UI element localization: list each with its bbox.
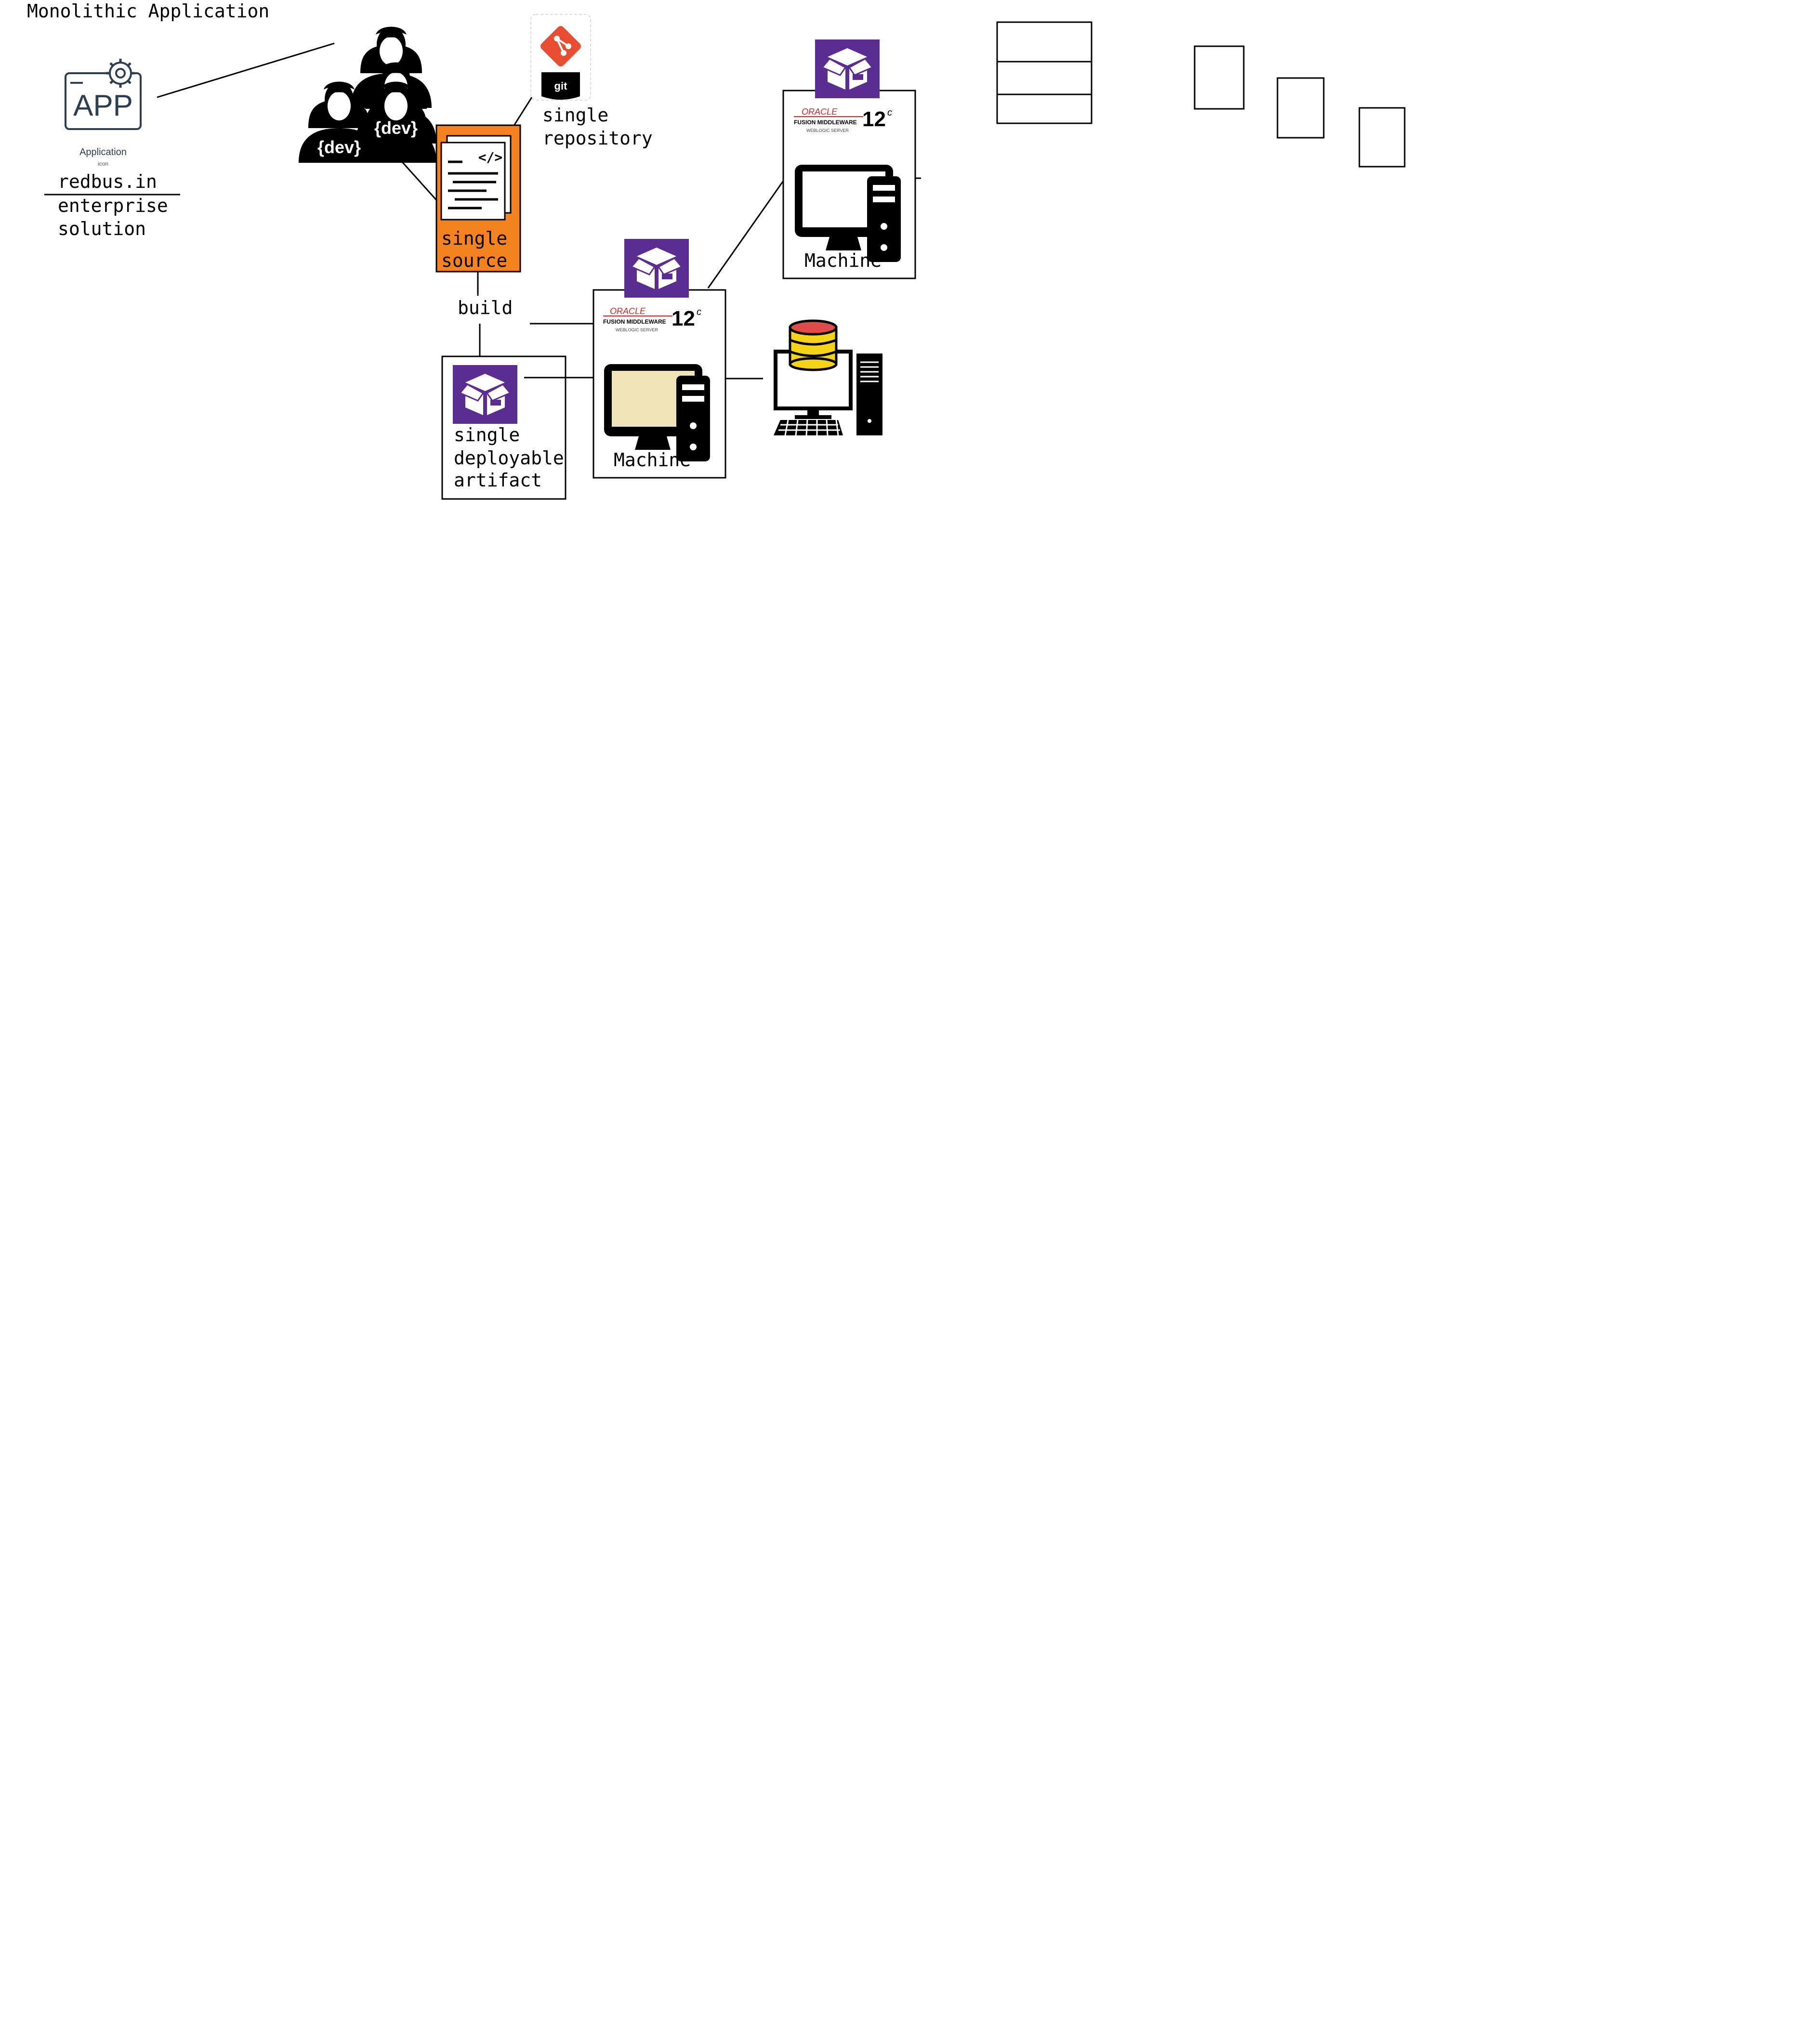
database-computer-icon	[774, 319, 882, 436]
placeholder-box	[1277, 77, 1325, 139]
svg-text:WEBLOGIC SERVER: WEBLOGIC SERVER	[806, 128, 849, 133]
diagram-title: Monolithic Application	[27, 0, 269, 22]
repository-label-line1: single	[542, 105, 608, 126]
placeholder-stack-box	[996, 21, 1093, 124]
package-icon	[452, 364, 518, 425]
single-source-box: </> single source	[435, 124, 521, 273]
svg-text:FUSION MIDDLEWARE: FUSION MIDDLEWARE	[794, 119, 857, 126]
placeholder-box	[1358, 107, 1406, 168]
monolithic-architecture-diagram: Monolithic Application APP Application i…	[27, 0, 1406, 500]
app-icon-subcaption: icon	[98, 160, 108, 167]
artifact-label-line3: artifact	[454, 470, 542, 491]
package-icon	[814, 39, 881, 99]
weblogic-server-2: ORACLE FUSION MIDDLEWARE WEBLOGIC SERVER…	[782, 39, 921, 279]
repository-label-line2: repository	[542, 128, 653, 149]
git-icon-text: git	[554, 80, 568, 92]
svg-text:12: 12	[862, 107, 886, 131]
database-icon	[789, 319, 838, 371]
app-description-line2: solution	[58, 218, 146, 239]
artifact-label-line2: deployable	[454, 447, 564, 469]
svg-text:ORACLE: ORACLE	[610, 306, 646, 316]
developers-group: {dev} {dev}	[299, 26, 436, 163]
svg-text:FUSION MIDDLEWARE: FUSION MIDDLEWARE	[603, 318, 666, 325]
application-icon: APP Application icon	[65, 59, 142, 167]
dev-badge: {dev}	[374, 118, 418, 138]
connector-server1-server2	[707, 178, 786, 288]
machine-label: Machine	[804, 250, 882, 271]
build-label: build	[458, 297, 513, 318]
dev-badge: {dev}	[317, 137, 361, 157]
svg-text:12: 12	[672, 307, 695, 330]
svg-text:ORACLE: ORACLE	[802, 107, 838, 117]
app-description-line1: enterprise	[58, 195, 168, 216]
package-icon	[623, 238, 690, 299]
svg-text:c: c	[697, 307, 701, 317]
weblogic-server-1: ORACLE FUSION MIDDLEWARE WEBLOGIC SERVER…	[592, 238, 726, 479]
artifact-label-line1: single	[454, 424, 520, 445]
source-label-line1: single	[441, 228, 507, 249]
source-label-line2: source	[441, 250, 507, 271]
app-icon-caption: Application	[79, 147, 127, 157]
connector-app-devs	[157, 42, 335, 98]
git-repository-icon: git	[530, 14, 591, 101]
placeholder-box	[1194, 45, 1245, 110]
svg-text:c: c	[887, 107, 892, 118]
svg-text:WEBLOGIC SERVER: WEBLOGIC SERVER	[616, 328, 658, 332]
app-icon-text: APP	[73, 89, 133, 122]
machine-label: Machine	[614, 449, 691, 471]
app-name: redbus.in	[58, 171, 157, 192]
code-glyph: </>	[478, 149, 503, 165]
